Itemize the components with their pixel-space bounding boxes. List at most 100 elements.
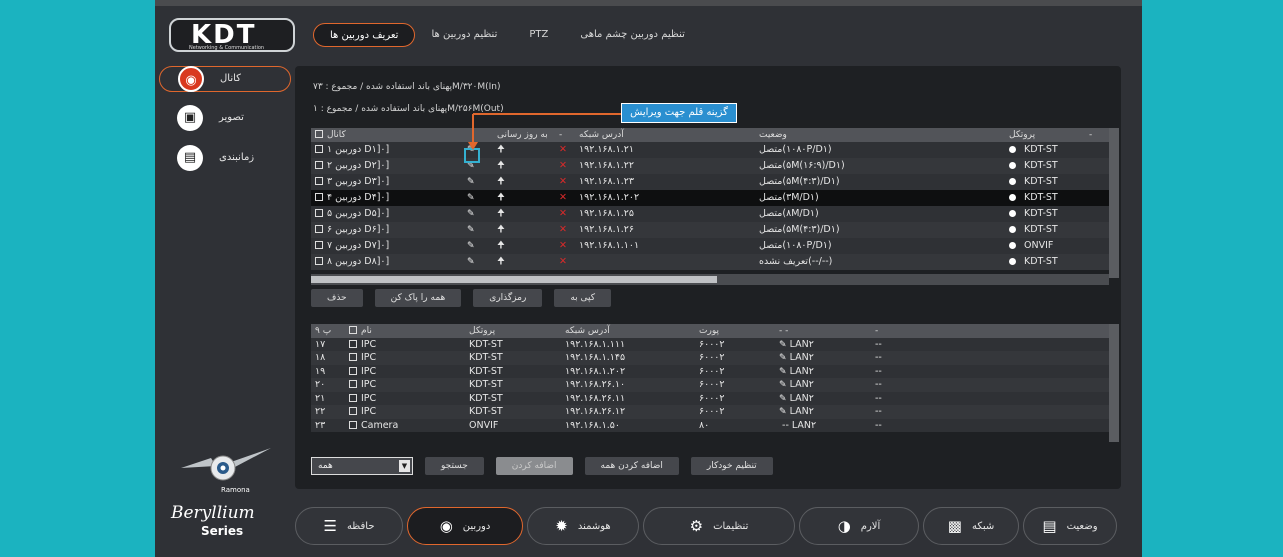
- tab-ptz[interactable]: PTZ: [513, 23, 564, 47]
- tab-camera-settings[interactable]: تنظیم دوربین ها: [415, 23, 513, 47]
- update-arrow-icon[interactable]: 🠉: [493, 253, 555, 270]
- row-checkbox[interactable]: [349, 393, 357, 402]
- table-row[interactable]: دوربین ۷ D۷]۰] ✎ 🠉 ✕ ۱۹۲.۱۶۸.۱.۱۰۱ متصل(…: [311, 237, 1119, 254]
- nav-storage[interactable]: ☰ حافظه: [295, 507, 403, 545]
- scrollbar-thumb[interactable]: [311, 276, 717, 283]
- delete-x-icon[interactable]: ✕: [555, 189, 575, 206]
- sidebar-item-schedule[interactable]: ▤ زمانبندی: [159, 145, 291, 172]
- table-row[interactable]: ۲۰ IPC KDT-ST ۱۹۲.۱۶۸.۲۶.۱۰ ۶۰۰۰۲ ✎ LAN۲…: [311, 378, 1119, 392]
- edit-pencil-icon: ✎: [779, 366, 787, 377]
- nav-camera[interactable]: ◉ دوربین: [407, 507, 523, 545]
- update-arrow-icon[interactable]: 🠉: [493, 189, 555, 206]
- row-checkbox[interactable]: [349, 380, 357, 389]
- port-cell: ۸۰: [695, 418, 775, 432]
- row-checkbox[interactable]: [349, 339, 357, 348]
- password-button[interactable]: رمزگذاری: [473, 289, 543, 307]
- row-checkbox[interactable]: [349, 407, 357, 416]
- table-row[interactable]: ۲۱ IPC KDT-ST ۱۹۲.۱۶۸.۲۶.۱۱ ۶۰۰۰۲ ✎ LAN۲…: [311, 391, 1119, 405]
- col-channel[interactable]: کانال: [311, 128, 463, 142]
- update-arrow-icon[interactable]: 🠉: [493, 205, 555, 222]
- vertical-scrollbar[interactable]: [1109, 128, 1119, 278]
- sidebar-item-channel[interactable]: ◉ کانال: [159, 66, 291, 92]
- lan-cell: ✎ LAN۲: [775, 378, 871, 392]
- channel-cell: دوربین ۴ D۴]۰]: [311, 189, 463, 206]
- table-row[interactable]: دوربین ۱ D۱]۰] ✎ 🠉 ✕ ۱۹۲.۱۶۸.۱.۲۱ متصل(۱…: [311, 141, 1119, 158]
- col-extra[interactable]: -: [871, 324, 1119, 338]
- chevron-down-icon[interactable]: ▼: [399, 460, 410, 472]
- row-checkbox[interactable]: [315, 241, 323, 249]
- filter-select[interactable]: همه ▼: [311, 457, 413, 475]
- nav-settings[interactable]: ⚙ تنظیمات: [643, 507, 795, 545]
- row-checkbox[interactable]: [315, 225, 323, 233]
- sidebar-item-image[interactable]: ▣ تصویر: [159, 105, 291, 132]
- delete-x-icon[interactable]: ✕: [555, 221, 575, 238]
- update-arrow-icon[interactable]: 🠉: [493, 221, 555, 238]
- delete-x-icon[interactable]: ✕: [555, 157, 575, 174]
- row-checkbox[interactable]: [315, 209, 323, 217]
- add-button[interactable]: اضافه کردن: [495, 457, 573, 475]
- col-protocol[interactable]: پروتکل: [1005, 128, 1085, 142]
- col-name[interactable]: نام: [345, 324, 465, 338]
- vertical-scrollbar[interactable]: [1109, 324, 1119, 442]
- row-checkbox[interactable]: [315, 177, 323, 185]
- col-status[interactable]: وضعیت: [755, 128, 1005, 142]
- col-port[interactable]: پورت: [695, 324, 775, 338]
- delete-x-icon[interactable]: ✕: [555, 205, 575, 222]
- port-cell: ۶۰۰۰۲: [695, 378, 775, 392]
- table-row[interactable]: دوربین ۵ D۵]۰] ✎ 🠉 ✕ ۱۹۲.۱۶۸.۱.۲۵ متصل(۸…: [311, 205, 1119, 222]
- tab-define-cameras[interactable]: تعریف دوربین ها: [313, 23, 416, 47]
- row-checkbox[interactable]: [349, 420, 357, 429]
- tab-fisheye[interactable]: تنظیم دوربین چشم ماهی: [564, 23, 701, 47]
- bottom-nav: ☰ حافظه ◉ دوربین ✹ هوشمند ⚙ تنظیمات ◑ آل…: [295, 507, 1121, 545]
- row-checkbox[interactable]: [315, 257, 323, 265]
- horizontal-scrollbar[interactable]: [311, 274, 1109, 285]
- nav-smart[interactable]: ✹ هوشمند: [527, 507, 639, 545]
- table-row[interactable]: دوربین ۶ D۶]۰] ✎ 🠉 ✕ ۱۹۲.۱۶۸.۱.۲۶ متصل(۵…: [311, 221, 1119, 238]
- delete-x-icon[interactable]: ✕: [555, 237, 575, 254]
- table-row[interactable]: دوربین ۳ D۳]۰] ✎ 🠉 ✕ ۱۹۲.۱۶۸.۱.۲۳ متصل(۵…: [311, 173, 1119, 190]
- clear-all-button[interactable]: همه را پاک کن: [374, 289, 462, 307]
- table-row[interactable]: ۱۹ IPC KDT-ST ۱۹۲.۱۶۸.۱.۲۰۲ ۶۰۰۰۲ ✎ LAN۲…: [311, 364, 1119, 378]
- nav-network[interactable]: ▩ شبکه: [923, 507, 1019, 545]
- edit-pencil-icon[interactable]: ✎: [463, 173, 493, 190]
- table-row[interactable]: دوربین ۸ D۸]۰] ✎ 🠉 ✕ تعریف نشده(--/--) K…: [311, 253, 1119, 270]
- protocol-cell: KDT-ST: [1005, 173, 1085, 190]
- nav-status[interactable]: ▤ وضعیت: [1023, 507, 1117, 545]
- table-row[interactable]: ۱۷ IPC KDT-ST ۱۹۲.۱۶۸.۱.۱۱۱ ۶۰۰۰۲ ✎ LAN۲…: [311, 337, 1119, 351]
- edit-pencil-icon: ✎: [779, 339, 787, 350]
- row-checkbox[interactable]: [349, 366, 357, 375]
- delete-button[interactable]: حذف: [311, 289, 363, 307]
- table-row-selected[interactable]: دوربین ۴ D۴]۰] ✎ 🠉 ✕ ۱۹۲.۱۶۸.۱.۲۰۲ متصل(…: [311, 189, 1119, 206]
- row-checkbox[interactable]: [315, 145, 323, 153]
- edit-pencil-icon[interactable]: ✎: [463, 221, 493, 238]
- update-arrow-icon[interactable]: 🠉: [493, 237, 555, 254]
- row-checkbox[interactable]: [349, 353, 357, 362]
- update-arrow-icon[interactable]: 🠉: [493, 173, 555, 190]
- add-all-button[interactable]: اضافه کردن همه: [584, 457, 679, 475]
- table-row[interactable]: ۲۲ IPC KDT-ST ۱۹۲.۱۶۸.۲۶.۱۲ ۶۰۰۰۲ ✎ LAN۲…: [311, 405, 1119, 419]
- col-lan[interactable]: - -: [775, 324, 871, 338]
- update-arrow-icon[interactable]: 🠉: [493, 157, 555, 174]
- main-panel: پهنای باند استفاده شده / مجموع : ۷۳M/۳۲۰…: [295, 66, 1121, 489]
- select-all-checkbox[interactable]: [349, 325, 357, 334]
- col-ip[interactable]: آدرس شبکه: [561, 324, 695, 338]
- row-checkbox[interactable]: [315, 193, 323, 201]
- edit-pencil-icon[interactable]: ✎: [463, 237, 493, 254]
- select-all-checkbox[interactable]: [315, 129, 323, 138]
- col-protocol[interactable]: پروتکل: [465, 324, 561, 338]
- search-button[interactable]: جستجو: [425, 457, 484, 475]
- edit-pencil-icon[interactable]: ✎: [463, 253, 493, 270]
- table-row[interactable]: ۲۳ Camera ONVIF ۱۹۲.۱۶۸.۱.۵۰ ۸۰ -- LAN۲ …: [311, 418, 1119, 432]
- nav-alarm[interactable]: ◑ آلارم: [799, 507, 919, 545]
- edit-pencil-icon[interactable]: ✎: [463, 205, 493, 222]
- delete-x-icon[interactable]: ✕: [555, 173, 575, 190]
- table-row[interactable]: دوربین ۲ D۲]۰] ✎ 🠉 ✕ ۱۹۲.۱۶۸.۱.۲۲ متصل(۵…: [311, 157, 1119, 174]
- table-row[interactable]: ۱۸ IPC KDT-ST ۱۹۲.۱۶۸.۱.۱۴۵ ۶۰۰۰۲ ✎ LAN۲…: [311, 351, 1119, 365]
- search-actions: همه ▼ جستجو اضافه کردن اضافه کردن همه تن…: [311, 457, 773, 475]
- auto-setup-button[interactable]: تنظیم خودکار: [690, 457, 773, 475]
- delete-x-icon[interactable]: ✕: [555, 253, 575, 270]
- col-no[interactable]: پ ۹: [311, 324, 345, 338]
- row-checkbox[interactable]: [315, 161, 323, 169]
- edit-pencil-icon[interactable]: ✎: [463, 189, 493, 206]
- copy-to-button[interactable]: کپی به: [554, 289, 612, 307]
